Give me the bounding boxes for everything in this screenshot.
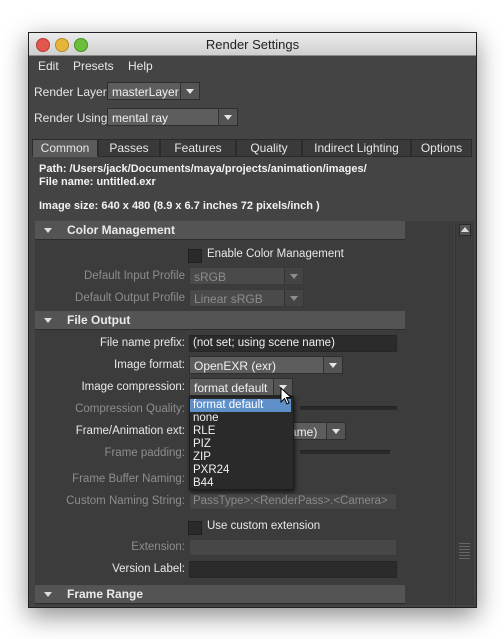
custom-naming-string-input[interactable]: PassType>:<RenderPass>.<Camera> [189, 493, 397, 510]
scroll-up-button[interactable] [459, 224, 471, 236]
version-label-input[interactable] [189, 561, 397, 578]
custom-naming-string-label: Custom Naming String: [66, 495, 185, 507]
chevron-down-icon [290, 274, 298, 279]
default-input-profile-label: Default Input Profile [83, 270, 185, 282]
file-name-prefix-label: File name prefix: [99, 337, 185, 349]
section-title-color-management: Color Management [67, 223, 176, 237]
section-color-management[interactable]: Color Management [35, 221, 405, 240]
section-file-output[interactable]: File Output [35, 311, 405, 330]
default-input-profile-select[interactable]: sRGB [189, 267, 304, 285]
image-format-arrow[interactable] [323, 357, 342, 373]
dropdown-option-rle[interactable]: RLE [190, 425, 291, 438]
image-compression-label: Image compression: [81, 381, 185, 393]
output-file-name: File name: untitled.exr [39, 176, 156, 188]
version-label-label: Version Label: [112, 563, 185, 575]
menu-help[interactable]: Help [128, 59, 153, 73]
extension-input[interactable] [189, 539, 397, 556]
use-custom-extension-checkbox[interactable] [188, 521, 202, 535]
file-name-prefix-input[interactable]: (not set; using scene name) [189, 335, 397, 352]
enable-color-management-checkbox[interactable] [188, 249, 202, 263]
tab-indirect-lighting[interactable]: Indirect Lighting [302, 139, 411, 157]
image-format-select[interactable]: OpenEXR (exr) [189, 356, 343, 374]
panel-scrollbar[interactable] [455, 221, 474, 605]
render-layer-select[interactable]: masterLayer [107, 82, 200, 100]
tab-passes[interactable]: Passes [98, 139, 160, 157]
frame-animation-ext-value: ame) [290, 425, 318, 439]
section-title-file-output: File Output [67, 313, 131, 327]
image-compression-dropdown: format default none RLE PIZ ZIP PXR24 B4… [189, 396, 294, 490]
render-settings-window: Render Settings Edit Presets Help Render… [28, 32, 477, 608]
frame-padding-label: Frame padding: [104, 447, 185, 459]
default-output-profile-value: Linear sRGB [194, 292, 263, 306]
default-input-profile-value: sRGB [194, 270, 227, 284]
settings-tabs: Common Passes Features Quality Indirect … [32, 139, 472, 157]
enable-color-management-label: Enable Color Management [207, 248, 344, 260]
tab-options[interactable]: Options [411, 139, 472, 157]
dropdown-option-format-default[interactable]: format default [190, 399, 291, 412]
input-profile-arrow[interactable] [284, 268, 303, 284]
chevron-down-icon [290, 296, 298, 301]
frame-buffer-naming-label: Frame Buffer Naming: [72, 473, 185, 485]
render-layer-arrow[interactable] [180, 83, 199, 99]
section-frame-range[interactable]: Frame Range [35, 585, 405, 604]
image-format-value: OpenEXR (exr) [194, 359, 277, 373]
collapse-triangle-icon [44, 228, 52, 233]
collapse-triangle-icon [44, 592, 52, 597]
image-size: Image size: 640 x 480 (8.9 x 6.7 inches … [39, 200, 320, 212]
title-bar: Render Settings [29, 33, 476, 56]
image-format-label: Image format: [114, 359, 185, 371]
default-output-profile-select[interactable]: Linear sRGB [189, 289, 304, 307]
dropdown-option-none[interactable]: none [190, 412, 291, 425]
image-compression-select[interactable]: format default [189, 378, 293, 396]
section-title-frame-range: Frame Range [67, 587, 144, 601]
use-custom-extension-label: Use custom extension [207, 520, 321, 532]
chevron-down-icon [224, 115, 232, 120]
render-using-arrow[interactable] [218, 109, 237, 125]
tab-quality[interactable]: Quality [236, 139, 302, 157]
frame-padding-slider[interactable] [300, 450, 390, 454]
dropdown-option-zip[interactable]: ZIP [190, 451, 291, 464]
default-output-profile-label: Default Output Profile [75, 292, 185, 304]
compression-quality-slider[interactable] [300, 406, 397, 410]
tab-common[interactable]: Common [32, 139, 98, 157]
window-title: Render Settings [205, 37, 300, 52]
tab-features[interactable]: Features [160, 139, 236, 157]
dropdown-option-b44[interactable]: B44 [190, 477, 291, 490]
output-path: Path: /Users/jack/Documents/maya/project… [39, 163, 367, 175]
collapse-triangle-icon [44, 318, 52, 323]
mouse-cursor-icon [280, 387, 292, 405]
chevron-up-icon [461, 227, 469, 232]
chevron-down-icon [329, 363, 337, 368]
menu-presets[interactable]: Presets [73, 59, 114, 73]
menu-bar: Edit Presets Help [29, 56, 476, 76]
dropdown-option-piz[interactable]: PIZ [190, 438, 291, 451]
output-profile-arrow[interactable] [284, 290, 303, 306]
frame-ext-arrow[interactable] [326, 423, 345, 439]
render-using-select[interactable]: mental ray [107, 108, 238, 126]
resize-grip-icon[interactable] [459, 541, 470, 559]
menu-edit[interactable]: Edit [38, 59, 59, 73]
extension-label: Extension: [131, 541, 185, 553]
chevron-down-icon [186, 89, 194, 94]
render-using-label: Render Using [34, 111, 108, 125]
render-layer-label: Render Layer [34, 85, 107, 99]
frame-animation-ext-label: Frame/Animation ext: [75, 425, 185, 437]
render-using-value: mental ray [112, 111, 169, 125]
image-compression-value: format default [194, 381, 268, 395]
dropdown-option-pxr24[interactable]: PXR24 [190, 464, 291, 477]
render-layer-value: masterLayer [112, 85, 179, 99]
chevron-down-icon [332, 429, 340, 434]
compression-quality-label: Compression Quality: [75, 403, 185, 415]
